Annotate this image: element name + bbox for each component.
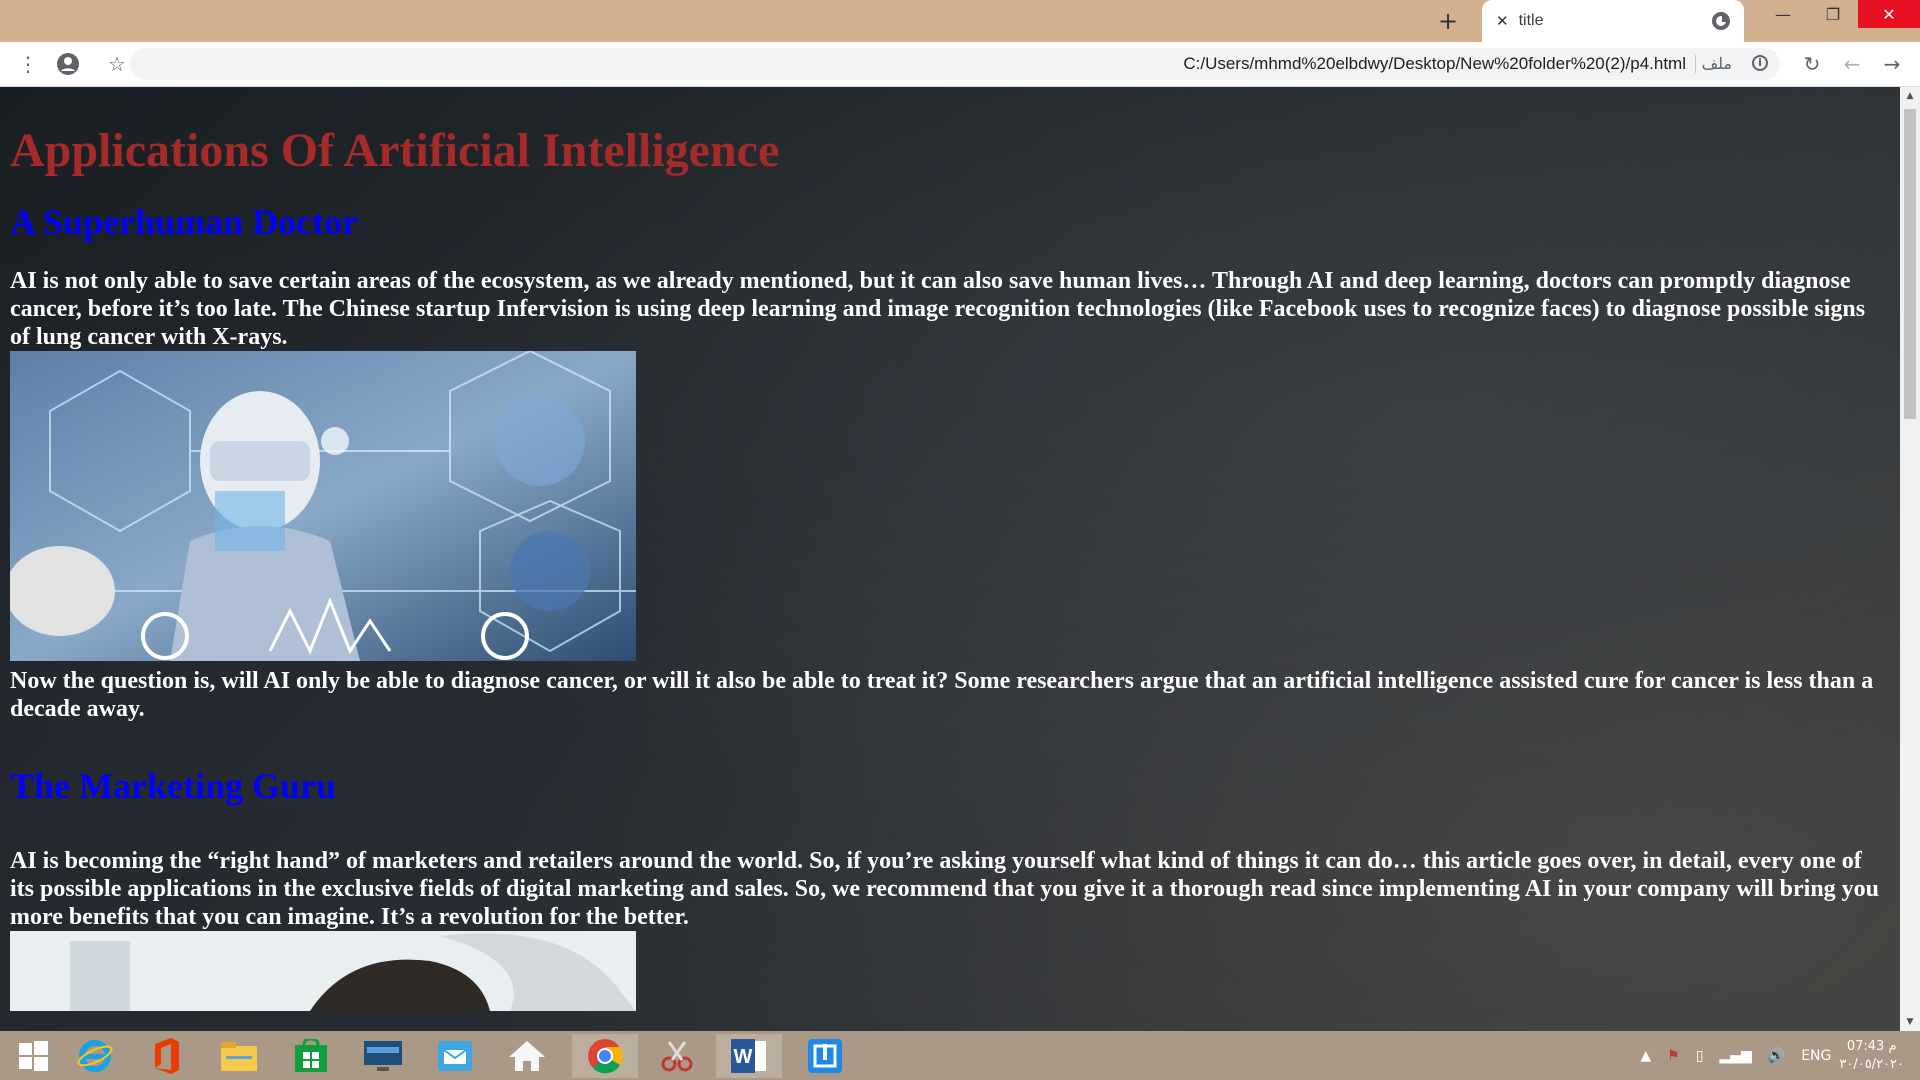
clock-time: 07:43 م [1846,1038,1897,1054]
vertical-scrollbar[interactable]: ▲ ▼ [1900,87,1920,1031]
globe-icon [1712,12,1730,30]
address-bar[interactable]: C:/Users/mhmd%20elbdwy/Desktop/New%20fol… [130,48,1780,80]
app-bracket-icon[interactable] [792,1034,858,1078]
tray-expand-icon[interactable]: ▲ [1640,1048,1651,1064]
back-arrow-icon[interactable]: ← [1838,50,1866,78]
page-title: Applications Of Artificial Intelligence [10,124,780,177]
doctor-paragraph-2: Now the question is, will AI only be abl… [10,668,1874,722]
forward-arrow-icon[interactable]: → [1878,50,1906,78]
ai-doctor-image [10,351,636,661]
doctor-paragraph-1: AI is not only able to save certain area… [10,268,1866,350]
language-indicator[interactable]: ENG [1801,1048,1831,1064]
file-explorer-icon[interactable] [206,1034,272,1078]
new-tab-button[interactable]: + [1432,6,1464,36]
reload-icon[interactable]: ↻ [1798,50,1826,78]
bookmark-star-icon[interactable]: ☆ [103,50,131,78]
action-center-flag-icon[interactable]: ⚑ [1667,1048,1680,1064]
lenovo-app-icon[interactable] [350,1034,416,1078]
file-scheme-label: ملف [1701,54,1732,73]
word-icon[interactable]: W [716,1034,782,1078]
windows-start-icon[interactable] [0,1034,66,1078]
profile-icon[interactable] [54,50,82,78]
mail-icon[interactable] [422,1034,488,1078]
marketing-paragraph-1: AI is becoming the “right hand” of marke… [10,848,1880,930]
volume-icon[interactable]: 🔊 [1768,1048,1785,1064]
marketing-image [10,931,636,1011]
chrome-icon[interactable] [572,1034,638,1078]
office-icon[interactable] [134,1034,200,1078]
scroll-down-arrow-icon[interactable]: ▼ [1900,1013,1920,1031]
clock-date: ٣٠/٠٥/٢٠٢٠ [1839,1056,1904,1072]
close-window-button[interactable]: ✕ [1858,0,1920,28]
url-text[interactable]: C:/Users/mhmd%20elbdwy/Desktop/New%20fol… [1183,54,1686,74]
address-divider [1695,55,1696,73]
svg-text:W: W [734,1046,753,1068]
info-icon[interactable]: i [1752,55,1768,71]
browser-titlebar: — ❐ ✕ ✕ title + [0,0,1920,42]
scroll-up-arrow-icon[interactable]: ▲ [1900,87,1920,105]
windows-taskbar: W ▲ ⚑ ▯ ▂▄▆ 🔊 ENG 07:43 م ٣٠/٠٥/٢٠٢٠ [0,1031,1920,1080]
scroll-thumb[interactable] [1904,109,1916,419]
snipping-tool-icon[interactable] [644,1034,710,1078]
tab-close-icon[interactable]: ✕ [1496,12,1509,30]
home-icon[interactable] [494,1034,560,1078]
page-content: Applications Of Artificial Intelligence … [10,87,1890,1011]
browser-toolbar: ⋮ ☆ C:/Users/mhmd%20elbdwy/Desktop/New%2… [0,42,1920,87]
network-signal-icon[interactable]: ▂▄▆ [1719,1048,1751,1064]
restore-button[interactable]: ❐ [1808,0,1858,28]
taskbar-clock[interactable]: 07:43 م ٣٠/٠٥/٢٠٢٠ [1839,1038,1904,1074]
tab-title: title [1518,12,1544,29]
page-viewport: Applications Of Artificial Intelligence … [0,87,1900,1031]
window-controls: — ❐ ✕ [1758,0,1920,30]
system-tray: ▲ ⚑ ▯ ▂▄▆ 🔊 ENG 07:43 م ٣٠/٠٥/٢٠٢٠ [1632,1031,1920,1080]
browser-tab[interactable]: ✕ title [1482,0,1744,42]
battery-icon[interactable]: ▯ [1696,1048,1704,1064]
store-icon[interactable] [278,1034,344,1078]
kebab-menu-icon[interactable]: ⋮ [14,50,42,78]
section-heading-marketing: The Marketing Guru [10,766,337,806]
minimize-button[interactable]: — [1758,0,1808,28]
internet-explorer-icon[interactable] [62,1034,128,1078]
section-heading-doctor: A Superhuman Doctor [10,202,359,242]
